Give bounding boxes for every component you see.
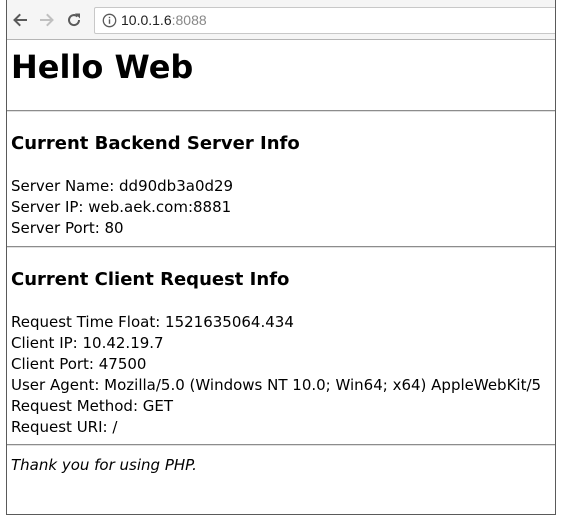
reload-button[interactable] bbox=[63, 9, 85, 31]
request-method-line: Request Method: GET bbox=[11, 397, 174, 415]
url-port: :8088 bbox=[171, 12, 207, 28]
back-arrow-icon bbox=[13, 13, 27, 27]
server-port-line: Server Port: 80 bbox=[11, 219, 124, 237]
request-uri-line: Request URI: / bbox=[11, 418, 118, 436]
reload-icon bbox=[68, 13, 81, 27]
client-info-list: Request Time Float: 1521635064.434 Clien… bbox=[11, 312, 541, 438]
client-port-line: Client Port: 47500 bbox=[11, 355, 147, 373]
url-text[interactable]: 10.0.1.6:8088 bbox=[121, 12, 207, 28]
forward-arrow-icon bbox=[40, 13, 54, 27]
info-icon[interactable] bbox=[102, 13, 117, 28]
server-info-list: Server Name: dd90db3a0d29 Server IP: web… bbox=[11, 176, 233, 239]
client-info-title: Current Client Request Info bbox=[11, 269, 290, 290]
footer-text: Thank you for using PHP. bbox=[11, 456, 197, 474]
request-time-line: Request Time Float: 1521635064.434 bbox=[11, 313, 294, 331]
divider bbox=[7, 110, 555, 112]
user-agent-line: User Agent: Mozilla/5.0 (Windows NT 10.0… bbox=[11, 376, 542, 394]
divider bbox=[7, 444, 555, 446]
browser-window: 10.0.1.6:8088 Hello Web Current Backend … bbox=[6, 0, 556, 515]
server-ip-line: Server IP: web.aek.com:8881 bbox=[11, 198, 232, 216]
divider bbox=[7, 246, 555, 248]
url-host: 10.0.1.6 bbox=[121, 12, 172, 28]
address-bar[interactable]: 10.0.1.6:8088 bbox=[94, 7, 555, 34]
back-button[interactable] bbox=[9, 9, 31, 31]
client-ip-line: Client IP: 10.42.19.7 bbox=[11, 334, 164, 352]
server-name-line: Server Name: dd90db3a0d29 bbox=[11, 177, 234, 195]
server-info-title: Current Backend Server Info bbox=[11, 133, 300, 154]
page-heading: Hello Web bbox=[11, 48, 194, 86]
browser-toolbar: 10.0.1.6:8088 bbox=[7, 0, 555, 40]
forward-button[interactable] bbox=[36, 9, 58, 31]
